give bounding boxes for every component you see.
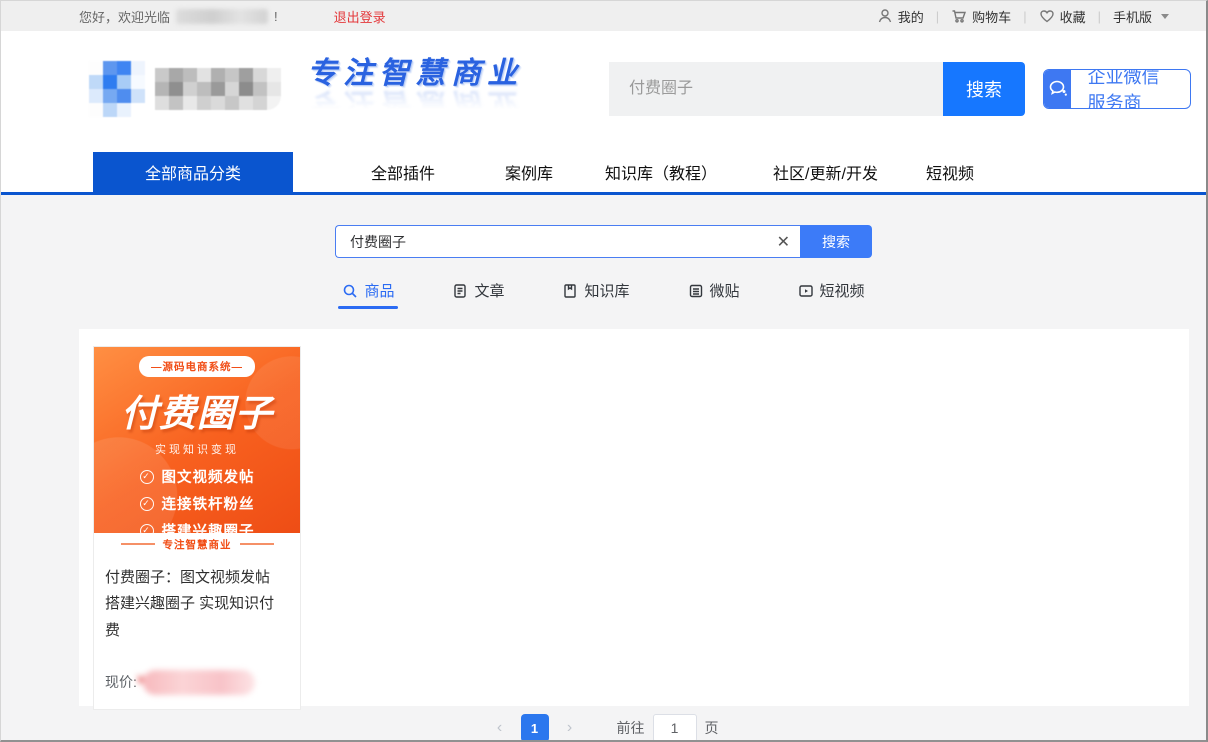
check-icon: ✓ (140, 497, 154, 511)
article-icon (452, 283, 468, 299)
my-account-link[interactable]: 我的 (865, 7, 936, 26)
cart-icon (951, 8, 967, 24)
heart-icon (1039, 8, 1055, 24)
tab-products[interactable]: 商品 (342, 280, 394, 309)
slogan-block: 专注智慧商业 专注智慧商业 (307, 48, 523, 129)
browser-window: 您好，欢迎光临 ! 退出登录 我的 | 购物车 (0, 0, 1208, 742)
content-search-button[interactable]: 搜索 (800, 225, 872, 258)
results-panel: —源码电商系统— 付费圈子 实现知识变现 ✓ 图文视频发帖 ✓ 连接铁杆粉丝 (79, 329, 1189, 706)
cart-label: 购物车 (972, 7, 1011, 26)
nav-item-knowledge-base[interactable]: 知识库（教程） (581, 152, 741, 192)
site-header: 专注智慧商业 专注智慧商业 搜索 企业微信服务商 (1, 31, 1206, 146)
product-card[interactable]: —源码电商系统— 付费圈子 实现知识变现 ✓ 图文视频发帖 ✓ 连接铁杆粉丝 (93, 346, 301, 710)
page-1-button[interactable]: 1 (521, 714, 549, 742)
tab-knowledge-base[interactable]: 知识库 (562, 280, 629, 309)
feature-item: ✓ 图文视频发帖 (140, 466, 255, 487)
goto-unit: 页 (705, 718, 719, 738)
content-search-input[interactable] (335, 225, 800, 258)
feature-label: 图文视频发帖 (162, 466, 255, 487)
wecom-label: 企业微信服务商 (1071, 70, 1190, 108)
mobile-version-label: 手机版 (1113, 7, 1152, 26)
goto-page-input[interactable] (653, 714, 697, 742)
username-blurred (176, 9, 268, 24)
banner-footer: 专注智慧商业 (94, 533, 300, 555)
notebook-icon (562, 283, 578, 299)
nav-item-all-categories[interactable]: 全部商品分类 (93, 152, 293, 192)
tab-short-videos[interactable]: 短视频 (798, 280, 865, 309)
favorites-label: 收藏 (1060, 7, 1086, 26)
favorites-link[interactable]: 收藏 (1027, 7, 1098, 26)
check-icon: ✓ (140, 470, 154, 484)
topbar: 您好，欢迎光临 ! 退出登录 我的 | 购物车 (1, 1, 1206, 31)
content-area: ✕ 搜索 商品 文章 知识库 (1, 195, 1206, 742)
logo-mark-blurred (89, 61, 145, 117)
tab-label: 商品 (364, 280, 394, 301)
price-label: 现价: (105, 672, 137, 692)
video-icon (798, 283, 814, 299)
list-icon (688, 283, 704, 299)
product-price-row: 现价: (94, 648, 300, 709)
tab-label: 知识库 (584, 280, 629, 301)
tab-articles[interactable]: 文章 (452, 280, 504, 309)
clear-icon[interactable]: ✕ (777, 225, 790, 258)
feature-item: ✓ 搭建兴趣圈子 (140, 520, 255, 533)
nav-item-all-plugins[interactable]: 全部插件 (347, 152, 459, 192)
user-icon (877, 8, 893, 24)
feature-label: 搭建兴趣圈子 (162, 520, 255, 533)
content-search: ✕ 搜索 (335, 225, 872, 258)
result-tabs: 商品 文章 知识库 微贴 (1, 280, 1206, 309)
goto-label: 前往 (617, 718, 645, 738)
header-search-input[interactable] (609, 62, 943, 116)
nav-item-short-video[interactable]: 短视频 (902, 152, 998, 192)
wecom-service-button[interactable]: 企业微信服务商 (1043, 69, 1191, 109)
tab-label: 文章 (474, 280, 504, 301)
logo-text-blurred (155, 68, 281, 110)
banner-title: 付费圈子 (94, 383, 300, 437)
banner-feature-list: ✓ 图文视频发帖 ✓ 连接铁杆粉丝 ✓ 搭建兴趣圈子 ✓ (94, 466, 300, 533)
topbar-links: 我的 | 购物车 | 收藏 | 手机版 (865, 7, 1191, 26)
chevron-down-icon (1161, 14, 1169, 19)
nav-item-community[interactable]: 社区/更新/开发 (749, 152, 902, 192)
product-banner: —源码电商系统— 付费圈子 实现知识变现 ✓ 图文视频发帖 ✓ 连接铁杆粉丝 (94, 347, 300, 533)
logo-blurred[interactable] (89, 61, 281, 117)
next-page-button[interactable]: › (559, 719, 581, 737)
price-blurred (143, 670, 255, 695)
greeting-suffix: ! (274, 9, 278, 24)
search-icon (342, 283, 358, 299)
tab-micro-posts[interactable]: 微贴 (688, 280, 740, 309)
header-search-button[interactable]: 搜索 (943, 62, 1025, 116)
main-nav: 全部商品分类 全部插件 案例库 知识库（教程） 社区/更新/开发 短视频 (1, 146, 1206, 195)
feature-label: 连接铁杆粉丝 (162, 493, 255, 514)
banner-badge: —源码电商系统— (139, 356, 255, 377)
nav-item-case-library[interactable]: 案例库 (481, 152, 577, 192)
header-search: 搜索 (609, 62, 1025, 116)
greeting-text: 您好，欢迎光临 (79, 7, 170, 26)
my-account-label: 我的 (898, 7, 924, 26)
product-name: 付费圈子：图文视频发帖 搭建兴趣圈子 实现知识付费 (94, 555, 300, 648)
prev-page-button[interactable]: ‹ (489, 719, 511, 737)
tab-label: 微贴 (710, 280, 740, 301)
check-icon: ✓ (140, 524, 154, 534)
wecom-icon (1044, 70, 1071, 108)
tab-label: 短视频 (820, 280, 865, 301)
banner-subtitle: 实现知识变现 (94, 441, 300, 457)
mobile-version-dropdown[interactable]: 手机版 (1101, 7, 1181, 26)
logout-link[interactable]: 退出登录 (334, 7, 386, 26)
slogan-reflection: 专注智慧商业 (307, 85, 523, 129)
cart-link[interactable]: 购物车 (939, 7, 1023, 26)
greeting: 您好，欢迎光临 ! 退出登录 (79, 7, 386, 26)
pagination: ‹ 1 › 前往 页 (1, 706, 1206, 742)
feature-item: ✓ 连接铁杆粉丝 (140, 493, 255, 514)
